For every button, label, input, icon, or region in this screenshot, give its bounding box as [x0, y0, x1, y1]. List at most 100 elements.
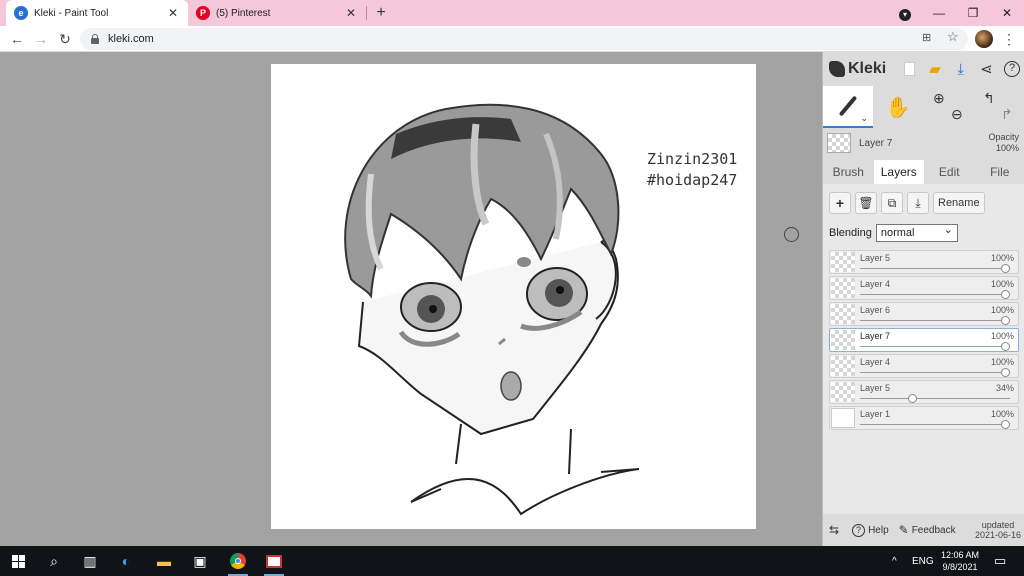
start-button[interactable] — [0, 546, 36, 576]
notification-icon[interactable]: ▭ — [994, 546, 1006, 576]
share-icon[interactable]: ⋖ — [974, 56, 1000, 82]
layer-item[interactable]: Layer 4 100% — [829, 276, 1019, 300]
opacity-slider-handle[interactable] — [1001, 316, 1010, 325]
chevron-down-icon[interactable]: ⌄ — [860, 113, 868, 124]
opacity-slider-track[interactable] — [860, 424, 1010, 425]
layer-item[interactable]: Layer 6 100% — [829, 302, 1019, 326]
opacity-slider-handle[interactable] — [907, 394, 917, 403]
minimize-button[interactable]: — — [922, 0, 956, 26]
tab-edit[interactable]: Edit — [924, 160, 975, 184]
opacity-slider-handle[interactable] — [1001, 290, 1010, 299]
current-layer-name: Layer 7 — [859, 138, 893, 149]
search-icon[interactable]: ⌕ — [36, 546, 72, 576]
browser-menu-icon[interactable]: ⋮ — [1002, 29, 1016, 49]
rename-layer-button[interactable]: Rename — [933, 192, 985, 214]
brush-tool-button[interactable]: ⌄ — [823, 86, 873, 128]
help-button[interactable]: ? Help — [852, 523, 889, 537]
close-window-button[interactable]: ✕ — [990, 0, 1024, 26]
watermark-line-1: Zinzin2301 — [647, 150, 738, 168]
opacity-slider-track[interactable] — [860, 372, 1010, 373]
zoom-in-icon[interactable]: ⊕ — [933, 90, 945, 107]
store-icon[interactable]: ▣ — [182, 546, 218, 576]
opacity-slider-track[interactable] — [860, 320, 1010, 321]
canvas-workspace[interactable]: Zinzin2301 #hoidap247 — [0, 52, 822, 546]
tab-kleki[interactable]: e Kleki - Paint Tool ✕ — [6, 0, 188, 26]
layer-item[interactable]: Layer 5 100% — [829, 250, 1019, 274]
lock-icon[interactable] — [90, 34, 100, 44]
restore-button[interactable]: ❐ — [956, 0, 990, 26]
reload-button[interactable]: ↻ — [54, 29, 76, 49]
help-circle-icon[interactable]: ? — [999, 56, 1024, 82]
layer-item[interactable]: Layer 4 100% — [829, 354, 1019, 378]
delete-layer-button[interactable]: 🗑 — [855, 192, 877, 214]
updated-info[interactable]: updated 2021-06-16 — [975, 520, 1021, 540]
kleki-logo-icon — [829, 61, 845, 77]
opacity-slider-handle[interactable] — [1001, 368, 1010, 377]
url-bar[interactable]: kleki.com — [80, 28, 968, 50]
duplicate-layer-button[interactable]: ⧉ — [881, 192, 903, 214]
zoom-out-icon[interactable]: ⊖ — [951, 106, 963, 123]
undo-icon[interactable]: ↰ — [983, 90, 995, 107]
tab-layers[interactable]: Layers — [873, 160, 924, 184]
bookmark-star-icon[interactable]: ☆ — [947, 29, 959, 45]
layer-item-selected[interactable]: Layer 7 100% — [829, 328, 1019, 352]
add-layer-button[interactable]: + — [829, 192, 851, 214]
current-layer-info: Layer 7 Opacity 100% — [823, 128, 1024, 160]
new-tab-button[interactable]: + — [372, 3, 390, 23]
blending-row: Blending normal — [829, 222, 958, 242]
redo-icon[interactable]: ↱ — [1001, 106, 1013, 123]
download-icon[interactable]: ⤓ — [948, 56, 974, 82]
layer-item[interactable]: Layer 1 100% — [829, 406, 1019, 430]
forward-button[interactable]: → — [30, 29, 52, 49]
hand-icon: ✋ — [885, 96, 911, 119]
layer-opacity-readout: Opacity 100% — [988, 132, 1019, 154]
opacity-slider-handle[interactable] — [1001, 264, 1010, 273]
layer-name: Layer 7 — [860, 331, 891, 341]
blending-select[interactable]: normal — [875, 222, 958, 242]
zoom-buttons[interactable]: ⊕ ⊖ — [923, 86, 973, 128]
tab-search-icon[interactable]: ▾ — [888, 0, 922, 26]
new-image-icon[interactable] — [896, 56, 922, 82]
chrome-icon[interactable] — [220, 546, 256, 576]
opacity-slider-track[interactable] — [860, 268, 1010, 269]
task-view-icon[interactable]: ▥ — [72, 546, 108, 576]
close-tab-icon[interactable]: ✕ — [166, 6, 180, 20]
profile-avatar[interactable] — [975, 30, 993, 48]
open-folder-icon[interactable]: ▰ — [922, 56, 948, 82]
language-indicator[interactable]: ENG — [912, 546, 934, 576]
translate-icon[interactable]: ⊞ — [922, 31, 931, 44]
layer-list: Layer 5 100% Layer 4 100% Layer 6 100% L… — [829, 250, 1019, 432]
tray-overflow-icon[interactable]: ^ — [892, 546, 897, 576]
layer-name: Layer 5 — [860, 383, 891, 393]
drawing-canvas[interactable]: Zinzin2301 #hoidap247 — [271, 64, 756, 529]
layer-opacity: 100% — [990, 357, 1014, 367]
feedback-button[interactable]: ✎ Feedback — [899, 523, 956, 537]
opacity-slider-track[interactable] — [860, 398, 1010, 399]
updated-label: updated — [981, 520, 1015, 530]
help-icon: ? — [852, 523, 866, 537]
layer-item[interactable]: Layer 5 34% — [829, 380, 1019, 404]
edge-icon[interactable]: ◐ — [108, 546, 144, 576]
hand-tool-button[interactable]: ✋ — [873, 86, 923, 128]
paint-app-icon[interactable] — [256, 546, 292, 576]
tab-brush[interactable]: Brush — [823, 160, 874, 184]
system-clock[interactable]: 12:06 AM 9/8/2021 — [934, 549, 986, 573]
layer-actions: + 🗑 ⧉ ⤓ Rename — [829, 192, 985, 214]
tab-file[interactable]: File — [975, 160, 1024, 184]
undo-redo-buttons[interactable]: ↰ ↱ — [973, 86, 1023, 128]
opacity-slider-track[interactable] — [860, 294, 1010, 295]
swap-side-button[interactable]: ⇆ — [829, 523, 842, 537]
tab-pinterest[interactable]: P (5) Pinterest ✕ — [188, 0, 366, 26]
back-button[interactable]: ← — [6, 29, 28, 49]
windows-taskbar: ⌕ ▥ ◐ ▬ ▣ ^ ENG 12:06 AM 9/8/2021 ▭ — [0, 546, 1024, 576]
opacity-slider-track[interactable] — [860, 346, 1010, 347]
panel-tabs: Brush Layers Edit File — [823, 160, 1024, 184]
panel-header: Kleki ▰ ⤓ ⋖ ? — [823, 52, 1024, 86]
file-explorer-icon[interactable]: ▬ — [146, 546, 182, 576]
merge-layer-button[interactable]: ⤓ — [907, 192, 929, 214]
close-tab-icon[interactable]: ✕ — [344, 6, 358, 20]
watermark-line-2: #hoidap247 — [647, 171, 738, 189]
plus-icon: + — [835, 195, 845, 211]
opacity-slider-handle[interactable] — [1001, 420, 1010, 429]
opacity-slider-handle[interactable] — [1001, 342, 1010, 351]
